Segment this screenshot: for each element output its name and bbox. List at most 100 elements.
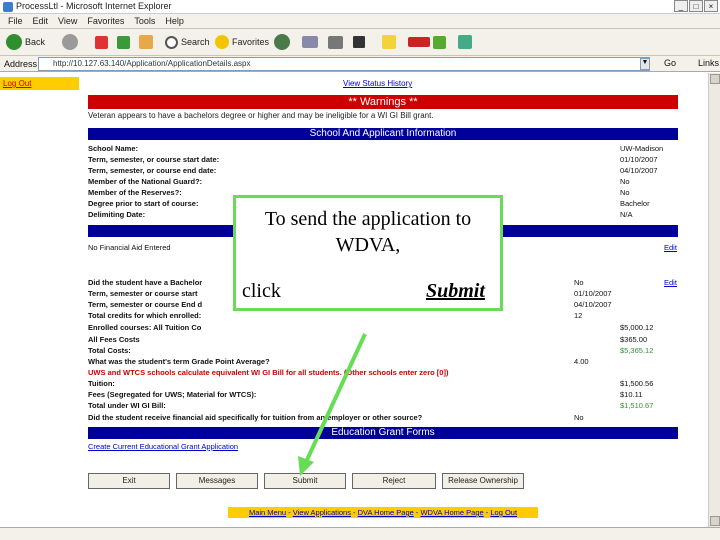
vertical-scrollbar[interactable]	[708, 73, 720, 527]
view-status-history-link[interactable]: View Status History	[343, 79, 412, 88]
reserves-label: Member of the Reserves?:	[88, 188, 182, 197]
degree-label: Degree prior to start of course:	[88, 199, 199, 208]
scroll-down-icon[interactable]	[710, 516, 720, 526]
ie-icon	[3, 2, 13, 12]
calculation-note: UWS and WTCS schools calculate equivalen…	[88, 368, 449, 377]
address-input[interactable]: http://10.127.63.140/Application/Applica…	[38, 57, 650, 71]
close-icon[interactable]: ×	[704, 0, 718, 12]
history-icon	[274, 34, 290, 50]
print-icon	[328, 35, 343, 49]
menu-edit[interactable]: Edit	[33, 16, 49, 26]
search-button[interactable]: Search	[165, 33, 210, 51]
star-icon	[215, 35, 229, 49]
school-name-label: School Name:	[88, 144, 139, 153]
footer-logout-link[interactable]: Log Out	[490, 508, 517, 517]
refresh-icon	[117, 35, 130, 49]
warnings-header: ** Warnings **	[88, 95, 678, 109]
mail-button[interactable]	[302, 33, 318, 51]
menu-favorites[interactable]: Favorites	[87, 16, 124, 26]
footer-nav: Main Menu - View Applications - DVA Home…	[228, 507, 538, 518]
menu-help[interactable]: Help	[165, 16, 184, 26]
footer-dva-home-link[interactable]: DVA Home Page	[358, 508, 414, 517]
fees-value: $10.11	[620, 390, 643, 399]
go-button[interactable]: Go	[664, 58, 676, 68]
callout-submit-text: Submit	[426, 280, 485, 302]
school-name-value: UW-Madison	[620, 144, 664, 153]
credits-value: 12	[574, 311, 583, 320]
menu-view[interactable]: View	[58, 16, 77, 26]
maximize-icon[interactable]: □	[689, 0, 703, 12]
callout-line-1: To send the application to	[264, 208, 472, 230]
release-ownership-button[interactable]: Release Ownership	[442, 473, 524, 489]
footer-wdva-home-link[interactable]: WDVA Home Page	[420, 508, 483, 517]
term-start-label: Term, semester, or course start date:	[88, 155, 220, 164]
messages-button[interactable]: Messages	[176, 473, 258, 489]
financial-aid-status: No Financial Aid Entered	[88, 243, 171, 252]
scroll-up-icon[interactable]	[710, 74, 720, 84]
address-dropdown-icon[interactable]: ▼	[640, 58, 650, 70]
research-button[interactable]	[408, 33, 430, 51]
stop-icon	[95, 35, 108, 49]
create-grant-application-link[interactable]: Create Current Educational Grant Applica…	[88, 442, 238, 451]
left-nav: Log Out	[0, 77, 79, 90]
window-controls: _ □ ×	[674, 0, 718, 12]
refresh-button[interactable]	[117, 33, 130, 51]
menu-bar: File Edit View Favorites Tools Help	[0, 14, 720, 29]
detail-end-label: Term, semester or course End d	[88, 300, 203, 309]
favorites-button[interactable]: Favorites	[215, 33, 269, 51]
fees-label: Fees (Segregated for UWS; Material for W…	[88, 390, 257, 399]
total-gi-bill-label: Total under WI GI Bill:	[88, 401, 166, 410]
gpa-value: 4.00	[574, 357, 589, 366]
bachelor-value: No	[574, 278, 584, 287]
exit-button[interactable]: Exit	[88, 473, 170, 489]
edit-button[interactable]	[353, 33, 365, 51]
tuition-costs-value: $5,000.12	[620, 323, 654, 332]
address-label: Address	[4, 59, 38, 69]
tool-button[interactable]	[458, 33, 472, 51]
financial-aid-edit-link[interactable]: Edit	[664, 243, 677, 252]
menu-file[interactable]: File	[8, 16, 23, 26]
back-button[interactable]: Back	[6, 33, 45, 51]
footer-main-menu-link[interactable]: Main Menu	[249, 508, 286, 517]
fees-costs-label: All Fees Costs	[88, 335, 140, 344]
address-bar: Address http://10.127.63.140/Application…	[0, 56, 720, 72]
stop-button[interactable]	[95, 33, 108, 51]
submit-button[interactable]: Submit	[264, 473, 346, 489]
employer-aid-label: Did the student receive financial aid sp…	[88, 413, 423, 422]
callout-line-2: WDVA,	[335, 234, 401, 256]
forward-button[interactable]	[62, 33, 78, 51]
detail-edit-link[interactable]: Edit	[664, 278, 677, 287]
back-arrow-icon	[6, 34, 22, 50]
total-costs-value: $5,365.12	[620, 346, 654, 355]
mail-icon	[302, 36, 318, 48]
employer-aid-value: No	[574, 413, 584, 422]
history-button[interactable]	[274, 33, 290, 51]
detail-start-value: 01/10/2007	[574, 289, 612, 298]
bachelor-label: Did the student have a Bachelor	[88, 278, 203, 287]
links-button[interactable]: Links	[698, 58, 719, 68]
minimize-icon[interactable]: _	[674, 0, 688, 12]
delimiting-date-label: Delimiting Date:	[88, 210, 146, 219]
messenger-button[interactable]	[433, 33, 446, 51]
people-icon	[458, 35, 472, 49]
term-end-value: 04/10/2007	[620, 166, 658, 175]
discuss-button[interactable]	[382, 33, 396, 51]
window-title: ProcessLtl - Microsoft Internet Explorer	[16, 1, 172, 11]
home-button[interactable]	[139, 33, 153, 51]
term-start-value: 01/10/2007	[620, 155, 658, 164]
window-titlebar: ProcessLtl - Microsoft Internet Explorer…	[0, 0, 720, 14]
national-guard-label: Member of the National Guard?:	[88, 177, 203, 186]
detail-end-value: 04/10/2007	[574, 300, 612, 309]
term-end-label: Term, semester, or course end date:	[88, 166, 217, 175]
research-icon	[408, 37, 430, 47]
reserves-value: No	[620, 188, 630, 197]
footer-separator: -	[350, 508, 358, 517]
delimiting-date-value: N/A	[620, 210, 633, 219]
menu-tools[interactable]: Tools	[134, 16, 155, 26]
credits-label: Total credits for which enrolled:	[88, 311, 202, 320]
footer-view-applications-link[interactable]: View Applications	[293, 508, 351, 517]
reject-button[interactable]: Reject	[352, 473, 436, 489]
warning-text: Veteran appears to have a bachelors degr…	[88, 111, 434, 120]
logout-link[interactable]: Log Out	[3, 79, 31, 88]
print-button[interactable]	[328, 33, 343, 51]
